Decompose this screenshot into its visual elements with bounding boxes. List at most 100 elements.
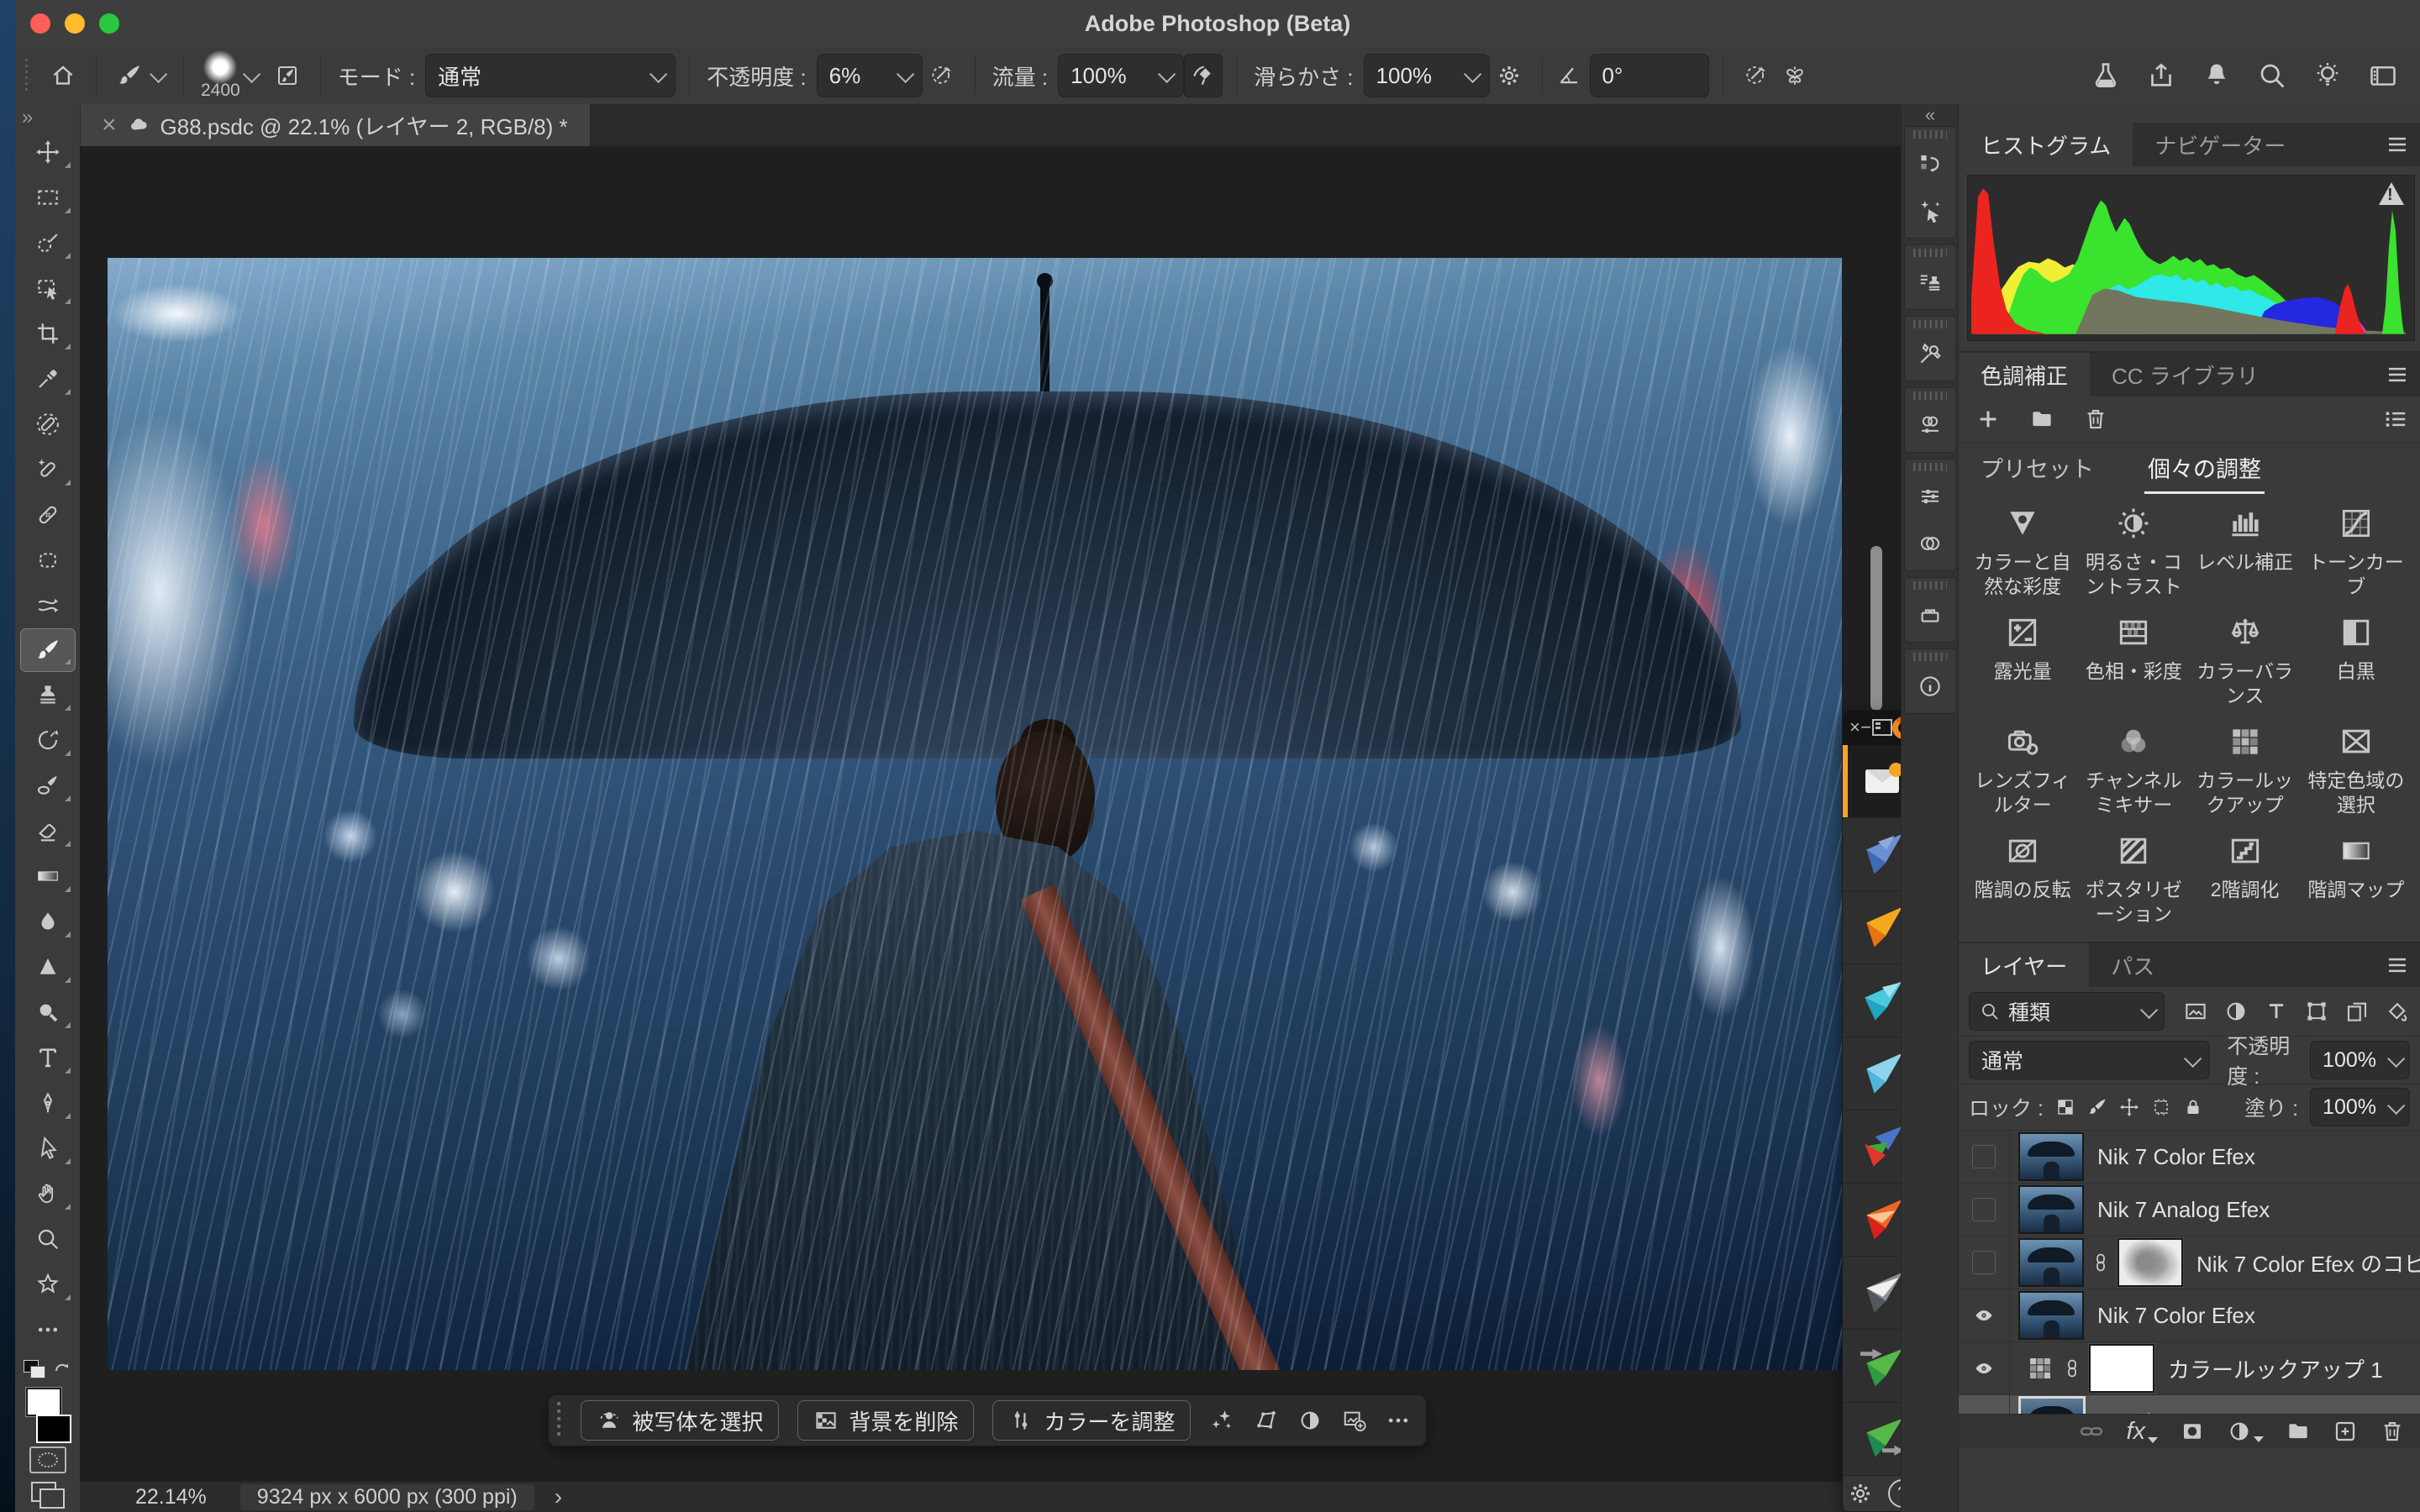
subtab-individual[interactable]: 個々の調整: [2144, 443, 2265, 492]
visibility-toggle[interactable]: [1959, 1289, 2010, 1341]
tool-zoom[interactable]: [21, 1216, 75, 1262]
tool-more[interactable]: [21, 1307, 75, 1352]
filter-smart-object-icon[interactable]: [2344, 999, 2370, 1024]
layer-mask-thumbnail[interactable]: [2089, 1344, 2154, 1393]
layer-opacity-value[interactable]: 100%: [2310, 1041, 2410, 1079]
tool-gradient[interactable]: [21, 853, 75, 899]
tool-blur[interactable]: [21, 899, 75, 944]
tool-patch[interactable]: [21, 538, 75, 583]
tool-move[interactable]: [21, 129, 75, 175]
adjustment-icon[interactable]: [1297, 1401, 1323, 1440]
filter-type-icon[interactable]: [2264, 999, 2289, 1024]
tab-paths[interactable]: パス: [2089, 943, 2176, 987]
smoothing-select[interactable]: 100%: [1364, 54, 1490, 97]
adjustment-posterize[interactable]: ポスタリゼーション: [2078, 826, 2189, 927]
layer-fill-value[interactable]: 100%: [2310, 1088, 2410, 1126]
tool-history-brush[interactable]: [21, 717, 75, 763]
layer-blend-mode-select[interactable]: 通常: [1969, 1041, 2210, 1079]
delete-layer-icon[interactable]: [2380, 1419, 2405, 1444]
visibility-toggle[interactable]: [1959, 1131, 2010, 1183]
group-folder-icon[interactable]: [2029, 407, 2054, 432]
tool-marquee[interactable]: [21, 175, 75, 220]
symmetry-toggle[interactable]: [1776, 54, 1814, 97]
panel-icon-history[interactable]: [1905, 140, 1955, 187]
visibility-toggle[interactable]: [1959, 1236, 2010, 1289]
pressure-size-toggle[interactable]: [1737, 54, 1776, 97]
lock-pixels-icon[interactable]: [2087, 1097, 2107, 1117]
adjustment-color-vibrance[interactable]: カラーと自然な彩度: [1967, 498, 2078, 599]
adjustment-selective-color[interactable]: 特定色域の選択: [2301, 717, 2412, 817]
tool-path-select[interactable]: [21, 1126, 75, 1171]
new-adjustment-icon[interactable]: [2227, 1419, 2264, 1444]
nik-layout-icon[interactable]: [1872, 719, 1892, 736]
foreground-color-swatch[interactable]: [26, 1388, 61, 1416]
panel-icon-properties[interactable]: [1905, 473, 1955, 520]
layer-mask-thumbnail[interactable]: [2118, 1238, 2183, 1287]
color-lookup-layer-icon[interactable]: [2025, 1353, 2055, 1383]
layer-thumbnail[interactable]: [2018, 1132, 2084, 1181]
adjustment-gradient-map[interactable]: 階調マップ: [2301, 826, 2412, 927]
tab-navigator[interactable]: ナビゲーター: [2133, 123, 2307, 166]
document-tab[interactable]: × G88.psdc @ 22.1% (レイヤー 2, RGB/8) *: [80, 104, 591, 146]
panel-icon-channels[interactable]: [1905, 402, 1955, 449]
nik-minimize-icon[interactable]: −: [1860, 717, 1871, 738]
new-group-icon[interactable]: [2286, 1419, 2311, 1444]
layer-thumbnail[interactable]: [2018, 1291, 2084, 1340]
swap-colors-control[interactable]: [24, 1352, 72, 1386]
layer-row[interactable]: Nik 7 Color Efex: [1959, 1289, 2420, 1342]
tool-eyedropper[interactable]: [21, 356, 75, 402]
trash-icon[interactable]: [2083, 407, 2108, 432]
tab-layers[interactable]: レイヤー: [1959, 943, 2089, 987]
layer-row[interactable]: カラールックアップ 1: [1959, 1342, 2420, 1395]
subtab-presets[interactable]: プリセット: [1977, 443, 2097, 492]
more-options-icon[interactable]: [1386, 1401, 1411, 1440]
warning-icon[interactable]: [2379, 182, 2404, 205]
tab-cc-libraries[interactable]: CC ライブラリ: [2090, 353, 2281, 396]
panel-menu-icon[interactable]: [2385, 953, 2410, 978]
beaker-icon[interactable]: [2091, 60, 2121, 91]
adjustment-brightness-contrast[interactable]: 明るさ・コントラスト: [2078, 498, 2189, 599]
tool-type[interactable]: [21, 1035, 75, 1080]
filter-frame-icon[interactable]: [2304, 999, 2329, 1024]
close-tab-icon[interactable]: ×: [102, 111, 117, 139]
adjustment-hue-saturation[interactable]: 色相・彩度: [2078, 607, 2189, 708]
home-button[interactable]: [44, 54, 82, 97]
workspace-icon[interactable]: [2368, 60, 2398, 91]
adjust-colors-button[interactable]: カラーを調整: [992, 1400, 1191, 1441]
brush-angle-input[interactable]: 0°: [1590, 54, 1709, 97]
panel-menu-icon[interactable]: [2385, 362, 2410, 387]
canvas-area[interactable]: 22.14% 9324 px x 6000 px (300 ppi) ›: [80, 146, 1901, 1512]
swap-arrow-icon[interactable]: [52, 1359, 72, 1379]
tool-pen[interactable]: [21, 1080, 75, 1126]
add-mask-icon[interactable]: [2180, 1419, 2205, 1444]
adjustment-exposure[interactable]: 露光量: [1967, 607, 2078, 708]
select-subject-button[interactable]: 被写体を選択: [581, 1400, 779, 1441]
visibility-toggle[interactable]: [1959, 1184, 2010, 1236]
panel-icon-info[interactable]: [1905, 663, 1955, 710]
default-colors-icon[interactable]: [24, 1360, 45, 1378]
panel-icon-quick-actions[interactable]: [1905, 187, 1955, 234]
lock-artboard-icon[interactable]: [2151, 1097, 2171, 1117]
filter-image-icon[interactable]: [2183, 999, 2208, 1024]
smoothing-options-gear[interactable]: [1490, 54, 1528, 97]
blend-mode-select[interactable]: 通常: [425, 54, 676, 97]
adjustment-channel-mixer[interactable]: チャンネルミキサー: [2078, 717, 2189, 817]
tool-object-selection[interactable]: [21, 265, 75, 311]
add-image-icon[interactable]: [1341, 1401, 1366, 1440]
lock-position-icon[interactable]: [2119, 1097, 2139, 1117]
share-icon[interactable]: [2146, 60, 2176, 91]
opacity-select[interactable]: 6%: [817, 54, 923, 97]
tab-histogram[interactable]: ヒストグラム: [1959, 123, 2133, 166]
brush-settings-toggle[interactable]: [268, 54, 307, 97]
remove-background-button[interactable]: 背景を削除: [797, 1400, 974, 1441]
adjustment-curves[interactable]: トーンカーブ: [2301, 498, 2412, 599]
adjustment-black-white[interactable]: 白黒: [2301, 607, 2412, 708]
panel-icon-layer-comps[interactable]: [1905, 520, 1955, 567]
tool-sharpen[interactable]: [21, 944, 75, 990]
lock-all-icon[interactable]: [2183, 1097, 2203, 1117]
panel-icon-tool-options[interactable]: [1905, 330, 1955, 377]
layer-thumbnail[interactable]: [2018, 1185, 2084, 1234]
tool-clone-stamp[interactable]: [21, 672, 75, 717]
tool-mixer-brush[interactable]: [21, 763, 75, 808]
foreground-background-swatches[interactable]: [21, 1386, 75, 1446]
